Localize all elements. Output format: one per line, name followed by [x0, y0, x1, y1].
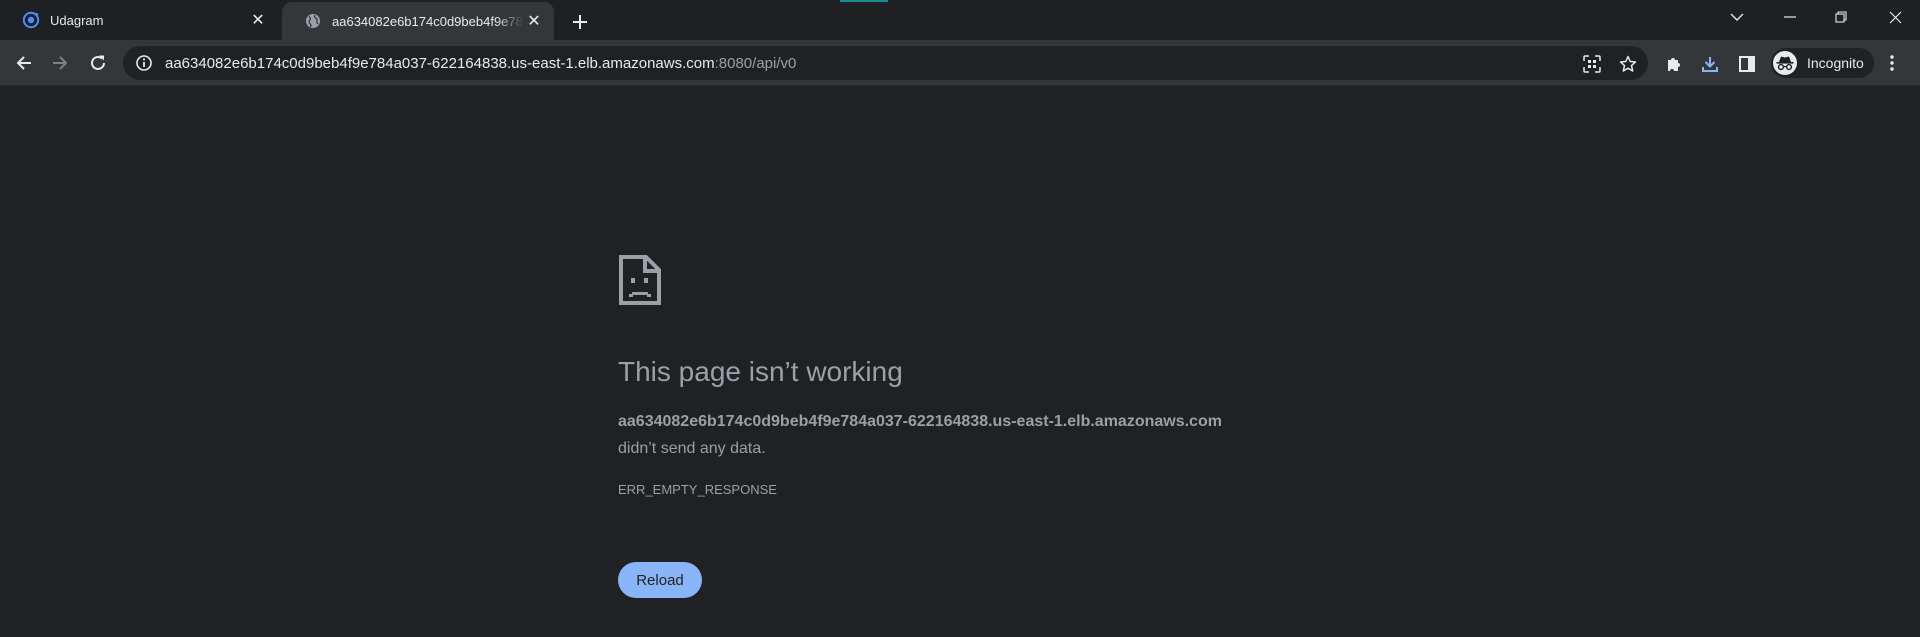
close-icon — [1889, 11, 1901, 23]
google-lens-button[interactable] — [1582, 54, 1602, 74]
minimize-icon — [1784, 16, 1796, 18]
new-tab-button[interactable] — [566, 8, 594, 36]
downloads-button[interactable] — [1699, 53, 1721, 75]
chevron-down-icon — [1730, 13, 1744, 21]
tab-udagram[interactable]: Udagram ✕ — [0, 0, 278, 40]
address-url[interactable]: aa634082e6b174c0d9beb4f9e784a037-6221648… — [165, 55, 796, 72]
puzzle-icon — [1668, 58, 1680, 71]
lens-icon — [1583, 55, 1601, 73]
more-vertical-icon — [1890, 55, 1894, 71]
globe-icon — [304, 12, 322, 30]
toolbar: aa634082e6b174c0d9beb4f9e784a037-6221648… — [0, 40, 1920, 86]
address-host: aa634082e6b174c0d9beb4f9e784a037-6221648… — [165, 54, 715, 72]
plus-icon — [573, 15, 587, 29]
extensions-button[interactable] — [1663, 53, 1685, 75]
minimize-button[interactable] — [1767, 0, 1813, 34]
back-button[interactable] — [10, 49, 38, 77]
tab-strip: Udagram ✕ aa634082e6b174c0d9beb4f9e784a0… — [0, 0, 1920, 40]
bookmark-button[interactable] — [1618, 54, 1638, 74]
close-icon[interactable]: ✕ — [248, 10, 268, 30]
arrow-right-icon — [53, 56, 68, 70]
error-host: aa634082e6b174c0d9beb4f9e784a037-6221648… — [618, 413, 1222, 430]
error-title: This page isn’t working — [618, 356, 903, 387]
error-code: ERR_EMPTY_RESPONSE — [618, 482, 777, 497]
close-window-button[interactable] — [1872, 0, 1918, 34]
tab-title: aa634082e6b174c0d9beb4f9e784a037-6221648… — [332, 13, 524, 29]
restore-icon — [1835, 11, 1847, 23]
error-content: This page isn’t working aa634082e6b174c0… — [618, 86, 1318, 637]
close-icon[interactable]: ✕ — [524, 11, 544, 31]
reload-toolbar-button[interactable] — [84, 49, 112, 77]
sad-document-icon — [619, 255, 661, 305]
tab-strip-accent — [840, 0, 888, 2]
error-description: didn’t send any data. — [618, 440, 766, 457]
incognito-profile-button[interactable]: Incognito — [1771, 48, 1874, 78]
tab-api[interactable]: aa634082e6b174c0d9beb4f9e784a037-6221648… — [282, 2, 554, 40]
refresh-icon — [91, 55, 105, 70]
star-icon — [1619, 55, 1637, 72]
forward-button[interactable] — [46, 49, 74, 77]
incognito-label: Incognito — [1807, 55, 1864, 71]
ionic-logo-icon — [22, 11, 40, 29]
side-panel-icon — [1739, 56, 1755, 72]
reload-button[interactable]: Reload — [618, 562, 702, 598]
side-panel-button[interactable] — [1736, 53, 1758, 75]
info-icon[interactable] — [135, 54, 153, 72]
address-path: :8080/api/v0 — [714, 54, 797, 72]
address-bar[interactable]: aa634082e6b174c0d9beb4f9e784a037-6221648… — [123, 46, 1648, 80]
tab-search-button[interactable] — [1714, 0, 1760, 34]
incognito-icon — [1773, 51, 1797, 75]
arrow-left-icon — [16, 56, 31, 70]
restore-button[interactable] — [1818, 0, 1864, 34]
browser-menu-button[interactable] — [1882, 52, 1902, 74]
tab-title: Udagram — [50, 12, 104, 28]
download-icon — [1702, 57, 1718, 72]
